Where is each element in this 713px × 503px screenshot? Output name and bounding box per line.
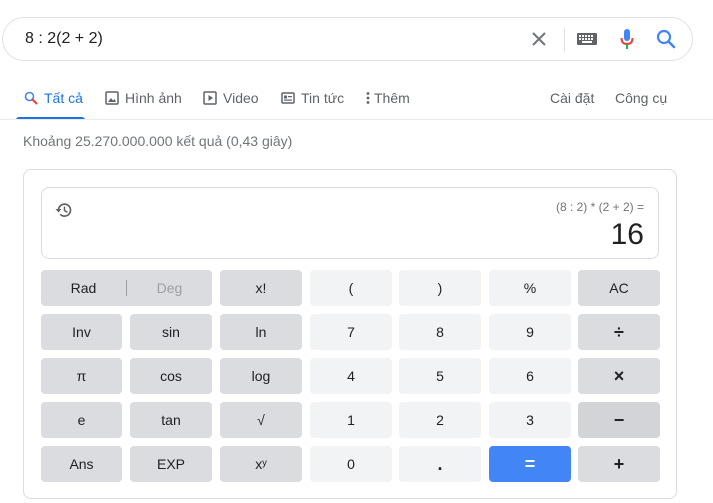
tabs-divider (0, 119, 713, 120)
exp-button[interactable]: EXP (130, 446, 212, 482)
left-paren-button[interactable]: ( (310, 270, 392, 306)
pi-button[interactable]: π (41, 358, 122, 394)
result-stats: Khoảng 25.270.000.000 kết quả (0,43 giây… (23, 133, 293, 149)
calculator-card: (8 : 2) * (2 + 2) = 16 Rad Deg x! ( ) % … (23, 169, 677, 499)
inverse-button[interactable]: Inv (41, 314, 122, 350)
deg-option[interactable]: Deg (127, 270, 212, 306)
rad-option[interactable]: Rad (41, 270, 126, 306)
digit-0-button[interactable]: 0 (310, 446, 392, 482)
tab-video[interactable]: Video (203, 88, 259, 108)
calculator-expression: (8 : 2) * (2 + 2) = (555, 200, 644, 214)
calculator-result: 16 (610, 218, 644, 251)
equals-button[interactable]: = (489, 446, 571, 482)
right-paren-button[interactable]: ) (399, 270, 481, 306)
tab-label: Tin tức (301, 90, 345, 106)
power-button[interactable]: xʸ (220, 446, 302, 482)
ln-button[interactable]: ln (220, 314, 302, 350)
euler-button[interactable]: e (41, 402, 122, 438)
calculator-display: (8 : 2) * (2 + 2) = 16 (41, 187, 659, 259)
digit-3-button[interactable]: 3 (489, 402, 571, 438)
search-icon[interactable] (654, 27, 678, 51)
digit-2-button[interactable]: 2 (399, 402, 481, 438)
history-icon[interactable] (54, 200, 74, 220)
divide-button[interactable]: ÷ (578, 314, 660, 350)
clear-all-button[interactable]: AC (578, 270, 660, 306)
log-button[interactable]: log (220, 358, 302, 394)
news-icon (281, 91, 295, 105)
search-input[interactable]: 8 : 2(2 + 2) (25, 30, 103, 48)
search-bar[interactable]: 8 : 2(2 + 2) (2, 17, 693, 61)
digit-6-button[interactable]: 6 (489, 358, 571, 394)
tab-label: Tất cả (44, 90, 83, 106)
factorial-button[interactable]: x! (220, 270, 302, 306)
percent-button[interactable]: % (489, 270, 571, 306)
minus-button[interactable]: − (578, 402, 660, 438)
answer-button[interactable]: Ans (41, 446, 122, 482)
digit-8-button[interactable]: 8 (399, 314, 481, 350)
video-icon (203, 91, 217, 105)
plus-button[interactable]: + (578, 446, 660, 482)
multiply-button[interactable]: × (578, 358, 660, 394)
digit-1-button[interactable]: 1 (310, 402, 392, 438)
searchbar-divider (564, 28, 565, 52)
rad-deg-toggle[interactable]: Rad Deg (41, 270, 212, 306)
decimal-point-button[interactable]: . (399, 446, 481, 482)
digit-7-button[interactable]: 7 (310, 314, 392, 350)
settings-link[interactable]: Cài đặt (550, 88, 594, 108)
search-icon (24, 91, 38, 105)
tab-label: Video (223, 90, 259, 106)
search-tabs: Tất cả Hình ảnh Video Tin tức Thêm Cài đ… (0, 80, 713, 120)
cos-button[interactable]: cos (130, 358, 212, 394)
image-icon (105, 91, 119, 105)
tan-button[interactable]: tan (130, 402, 212, 438)
tools-link[interactable]: Công cụ (615, 88, 667, 108)
digit-5-button[interactable]: 5 (399, 358, 481, 394)
more-vert-icon (366, 91, 370, 105)
close-icon[interactable] (527, 27, 551, 51)
tab-label: Hình ảnh (125, 90, 182, 106)
sin-button[interactable]: sin (130, 314, 212, 350)
tab-more[interactable]: Thêm (366, 88, 410, 108)
tab-all[interactable]: Tất cả (24, 88, 83, 108)
keyboard-icon[interactable] (575, 27, 599, 51)
digit-4-button[interactable]: 4 (310, 358, 392, 394)
sqrt-button[interactable]: √ (220, 402, 302, 438)
tab-label: Thêm (374, 90, 410, 106)
tab-images[interactable]: Hình ảnh (105, 88, 182, 108)
tab-news[interactable]: Tin tức (281, 88, 344, 108)
microphone-icon[interactable] (615, 27, 639, 51)
digit-9-button[interactable]: 9 (489, 314, 571, 350)
